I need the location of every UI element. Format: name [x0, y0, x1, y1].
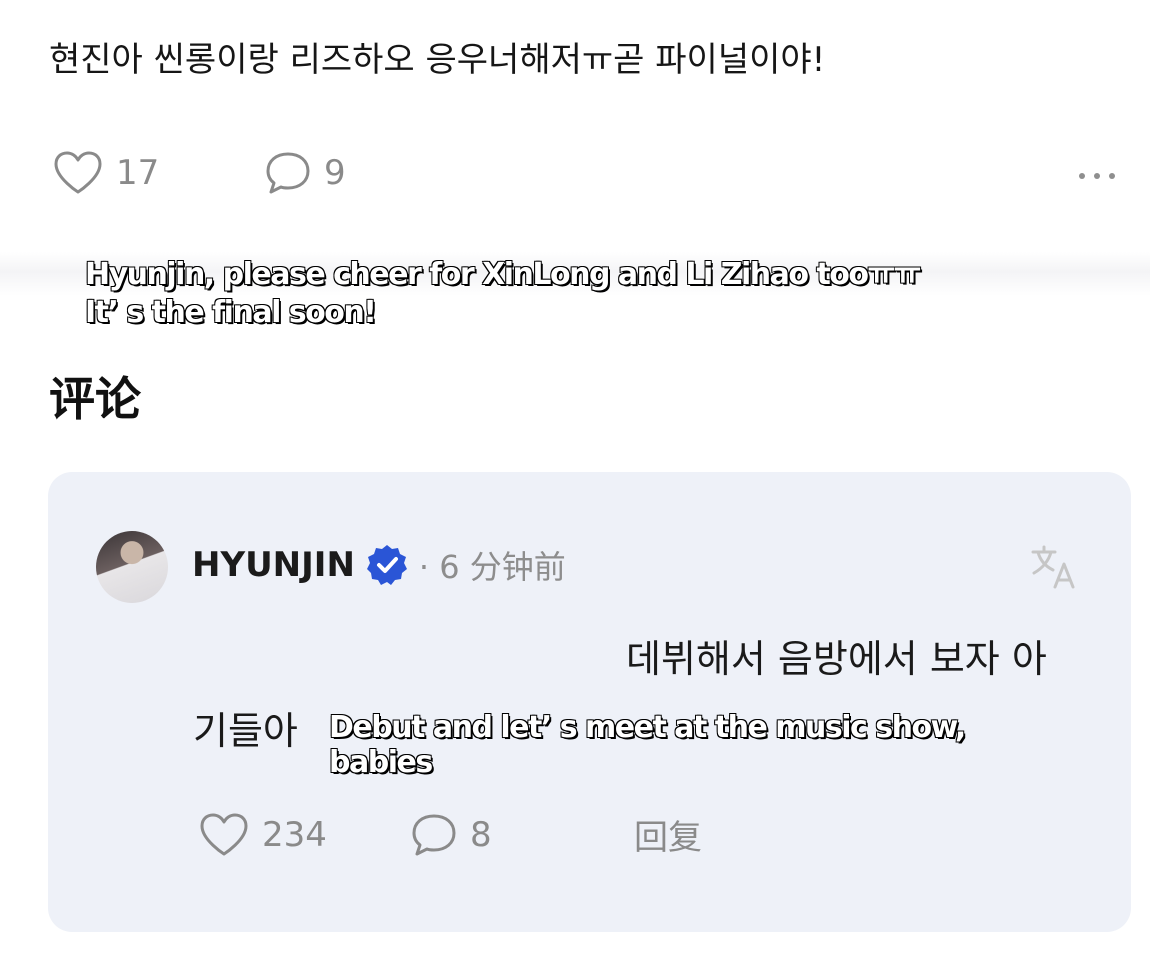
verified-badge-icon — [366, 545, 407, 585]
comment-like-count: 234 — [262, 815, 327, 855]
comment-text-line-2: 기들아 — [193, 709, 298, 753]
post-text: 현진아 씬롱이랑 리즈하오 응우너해저ㅠ곧 파이널이야! — [49, 40, 826, 80]
comment-translation-caption: Debut and let’ s meet at the music show,… — [328, 709, 967, 780]
post-translation-caption: Hyunjin, please cheer for XinLong and Li… — [84, 256, 922, 330]
comment-username[interactable]: HYUNJIN — [192, 545, 355, 585]
comment-like-button[interactable]: 234 — [198, 812, 327, 858]
post-page: 현진아 씬롱이랑 리즈하오 응우너해저ㅠ곧 파이널이야! 17 9 Hyunji… — [0, 0, 1150, 968]
comment-actions: 234 8 回复 — [198, 812, 898, 866]
comment-timestamp: · 6 分钟前 — [418, 548, 566, 586]
post-comment-count: 9 — [324, 153, 346, 193]
post-comment-button[interactable]: 9 — [264, 150, 346, 196]
heart-icon — [200, 813, 248, 856]
post-like-count: 17 — [116, 153, 160, 193]
comment-card: HYUNJIN · 6 分钟前 데뷔해서 음방에서 보자 아 기들아 Debut… — [48, 472, 1131, 932]
reply-button[interactable]: 回复 — [634, 812, 702, 864]
comment-header: HYUNJIN · 6 分钟前 — [192, 540, 566, 590]
avatar[interactable] — [96, 531, 168, 603]
comment-reply-count: 8 — [470, 815, 492, 855]
more-dots-icon[interactable] — [1062, 150, 1132, 202]
speech-bubble-icon — [412, 814, 456, 856]
comment-text-line-1: 데뷔해서 음방에서 보자 아 — [626, 637, 1047, 681]
comment-replies-button[interactable]: 8 — [410, 812, 492, 858]
speech-bubble-icon — [266, 152, 310, 194]
heart-icon — [54, 151, 102, 194]
comments-heading: 评论 — [49, 372, 141, 426]
post-actions: 17 9 — [52, 150, 1132, 202]
translate-icon[interactable] — [1029, 542, 1079, 592]
post-like-button[interactable]: 17 — [52, 150, 159, 196]
